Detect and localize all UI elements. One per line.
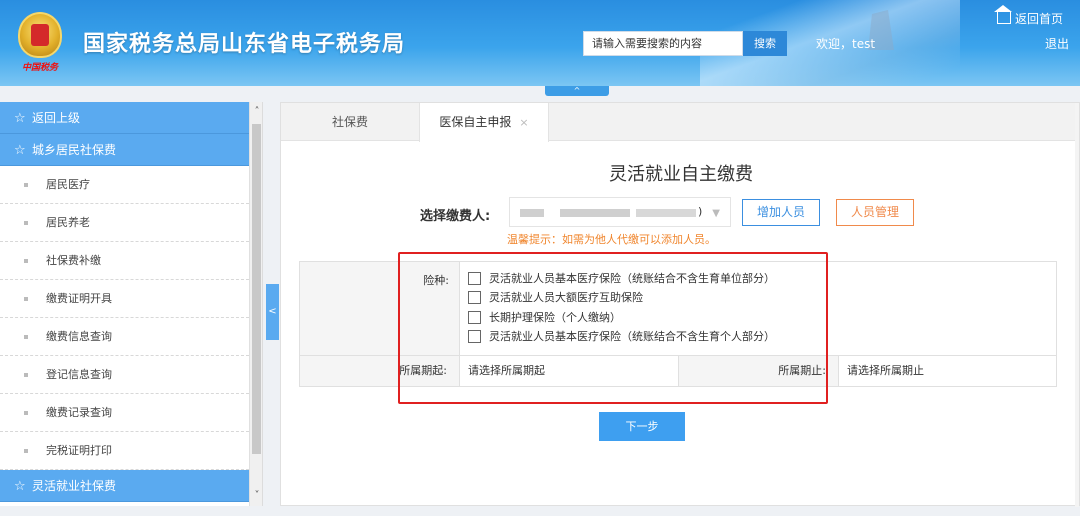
- period-end-label: 所属期止:: [679, 356, 839, 386]
- sidebar-item-payment-info-query[interactable]: 缴费信息查询: [0, 318, 249, 356]
- sidebar-item-resident-medical[interactable]: 居民医疗: [0, 166, 249, 204]
- period-start-label: 所属期起:: [300, 356, 460, 386]
- bullet-icon: [24, 183, 28, 187]
- sidebar-section-urban-rural[interactable]: ☆ 城乡居民社保费: [0, 134, 262, 166]
- insurance-option-label: 灵活就业人员基本医疗保险（统账结合不含生育个人部分）: [489, 330, 775, 343]
- search-input[interactable]: 请输入需要搜索的内容: [583, 31, 743, 56]
- header-collapse-button[interactable]: ^: [545, 86, 609, 96]
- sidebar-item-resident-pension[interactable]: 居民养老: [0, 204, 249, 242]
- insurance-row: 险种: 灵活就业人员基本医疗保险（统账结合不含生育单位部分） 灵活就业人员大额医…: [300, 262, 1056, 356]
- checkbox[interactable]: [468, 311, 481, 324]
- home-icon: [994, 5, 1012, 24]
- insurance-label-cell: 险种:: [300, 262, 460, 355]
- sidebar-item-label: 缴费记录查询: [46, 406, 112, 419]
- sidebar-item-registration-query[interactable]: 登记信息查询: [0, 356, 249, 394]
- home-link-label: 返回首页: [1015, 12, 1064, 26]
- period-start-input[interactable]: 请选择所属期起: [460, 356, 679, 386]
- tab-social-security[interactable]: 社保费: [281, 103, 419, 141]
- sidebar-item-label: 登记信息查询: [46, 368, 112, 381]
- star-icon: ☆: [14, 111, 26, 126]
- sidebar-back-label: 返回上级: [32, 111, 81, 125]
- declaration-form-table: 险种: 灵活就业人员基本医疗保险（统账结合不含生育单位部分） 灵活就业人员大额医…: [299, 261, 1057, 387]
- caret-down-icon: ▼: [712, 208, 720, 219]
- sidebar-item-tax-certificate-print[interactable]: 完税证明打印: [0, 432, 249, 470]
- period-end-input[interactable]: 请选择所属期止: [839, 356, 1058, 386]
- redacted-block: [636, 209, 696, 217]
- chevron-down-icon[interactable]: ˅: [250, 488, 262, 504]
- insurance-option[interactable]: 灵活就业人员基本医疗保险（统账结合不含生育单位部分）: [468, 270, 775, 288]
- insurance-option[interactable]: 灵活就业人员基本医疗保险（统账结合不含生育个人部分）: [468, 328, 775, 346]
- payer-value-suffix: ): [698, 205, 703, 218]
- site-title: 国家税务总局山东省电子税务局: [83, 32, 406, 57]
- manage-person-button[interactable]: 人员管理: [836, 199, 914, 226]
- bullet-icon: [24, 297, 28, 301]
- redacted-block: [560, 209, 630, 217]
- payer-select[interactable]: ) ▼: [509, 197, 731, 227]
- tax-emblem-logo: [18, 12, 62, 58]
- scrollbar-thumb[interactable]: [252, 124, 261, 454]
- tax-seal-logo: 中国税务: [22, 63, 59, 73]
- sidebar: ☆ 返回上级 ☆ 城乡居民社保费 居民医疗 居民养老 社保费补缴 缴费证明开具 缴费…: [0, 102, 263, 506]
- logout-link[interactable]: 退出: [1045, 35, 1069, 52]
- payer-label: 选择缴费人:: [420, 209, 491, 224]
- bullet-icon: [24, 373, 28, 377]
- site-header: 中国税务 国家税务总局山东省电子税务局 请输入需要搜索的内容 搜索 欢迎，tes…: [0, 0, 1080, 86]
- main-panel: 社保费 医保自主申报 × 灵活就业自主缴费 选择缴费人: ) ▼ 增加人员 人员管…: [280, 102, 1080, 507]
- sidebar-item-payment-certificate[interactable]: 缴费证明开具: [0, 280, 249, 318]
- sidebar-collapse-button[interactable]: <: [266, 284, 279, 340]
- sidebar-item-supplementary-payment[interactable]: 社保费补缴: [0, 242, 249, 280]
- insurance-label: 险种:: [423, 274, 449, 287]
- period-row: 所属期起: 请选择所属期起 所属期止: 请选择所属期止: [300, 356, 1056, 386]
- bullet-icon: [24, 449, 28, 453]
- checkbox[interactable]: [468, 330, 481, 343]
- sidebar-section-label: 城乡居民社保费: [32, 143, 117, 157]
- next-step-button[interactable]: 下一步: [599, 412, 685, 441]
- add-person-button[interactable]: 增加人员: [742, 199, 820, 226]
- tab-bar: 社保费 医保自主申报 ×: [281, 103, 1079, 142]
- welcome-text: 欢迎，test: [816, 37, 876, 51]
- insurance-option-label: 长期护理保险（个人缴纳）: [489, 311, 621, 324]
- main-scrollbar[interactable]: [1075, 103, 1079, 507]
- sidebar-back[interactable]: ☆ 返回上级: [0, 102, 262, 134]
- insurance-option-label: 灵活就业人员大额医疗互助保险: [489, 291, 643, 304]
- bullet-icon: [24, 335, 28, 339]
- bullet-icon: [24, 411, 28, 415]
- insurance-option-label: 灵活就业人员基本医疗保险（统账结合不含生育单位部分）: [489, 272, 775, 285]
- sidebar-section-flexible-employment[interactable]: ☆ 灵活就业社保费: [0, 470, 249, 502]
- sidebar-item-label: 缴费信息查询: [46, 330, 112, 343]
- sidebar-item-label: 完税证明打印: [46, 444, 112, 457]
- redacted-block: [520, 209, 544, 217]
- tab-label: 医保自主申报: [439, 115, 512, 129]
- sidebar-section-label: 灵活就业社保费: [32, 479, 117, 493]
- page-title: 灵活就业自主缴费: [609, 164, 753, 185]
- sidebar-scrollbar[interactable]: ˄ ˅: [249, 102, 262, 506]
- close-icon[interactable]: ×: [519, 116, 528, 129]
- home-link[interactable]: 返回首页: [994, 5, 1064, 27]
- sidebar-item-label: 社保费补缴: [46, 254, 101, 267]
- tab-medical-self-declare[interactable]: 医保自主申报 ×: [419, 103, 549, 142]
- star-icon: ☆: [14, 143, 26, 158]
- insurance-option[interactable]: 长期护理保险（个人缴纳）: [468, 309, 621, 327]
- search-button[interactable]: 搜索: [743, 31, 787, 56]
- chevron-up-icon[interactable]: ˄: [250, 104, 262, 120]
- star-icon: ☆: [14, 479, 26, 494]
- bullet-icon: [24, 221, 28, 225]
- sidebar-item-label: 居民养老: [46, 216, 90, 229]
- checkbox[interactable]: [468, 291, 481, 304]
- sidebar-item-label: 居民医疗: [46, 178, 90, 191]
- bullet-icon: [24, 259, 28, 263]
- sidebar-item-payment-record-query[interactable]: 缴费记录查询: [0, 394, 249, 432]
- hint-text: 温馨提示：如需为他人代缴可以添加人员。: [507, 233, 716, 246]
- sidebar-item-label: 缴费证明开具: [46, 292, 112, 305]
- insurance-option[interactable]: 灵活就业人员大额医疗互助保险: [468, 289, 643, 307]
- checkbox[interactable]: [468, 272, 481, 285]
